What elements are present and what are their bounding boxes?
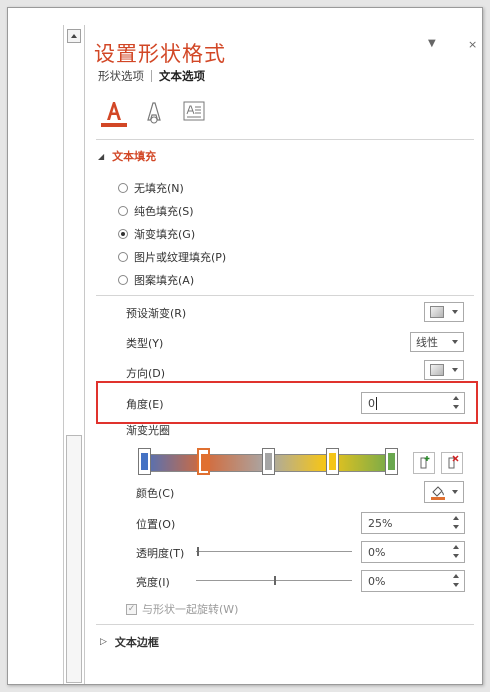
brightness-spinner[interactable]: 0% [361, 570, 465, 592]
remove-gradient-stop-button[interactable] [441, 452, 463, 474]
brightness-value: 0% [368, 574, 386, 588]
gradient-stop-color [329, 453, 336, 470]
position-label: 位置(O) [136, 518, 176, 531]
position-spinner[interactable]: 25% [361, 512, 465, 534]
angle-spinner[interactable]: 0 [361, 392, 465, 414]
angle-label: 角度(E) [126, 398, 164, 411]
close-icon[interactable]: × [468, 38, 477, 51]
gradient-swatch-icon [430, 306, 444, 318]
gradient-stop-4[interactable] [326, 448, 339, 475]
spinner-arrows-icon[interactable] [453, 544, 461, 560]
rotate-with-shape-label: 与形状一起旋转(W) [142, 603, 239, 616]
chevron-down-icon [452, 490, 458, 494]
transparency-spinner[interactable]: 0% [361, 541, 465, 563]
text-border-section-header[interactable]: ▷ 文本边框 [100, 634, 159, 650]
remove-stop-icon [448, 455, 459, 469]
angle-value: 0 [368, 396, 375, 410]
rotate-with-shape-checkbox[interactable]: ✓ 与形状一起旋转(W) [126, 601, 238, 617]
spinner-arrows-icon[interactable] [453, 395, 461, 411]
gradient-stops-label: 渐变光圈 [126, 424, 170, 437]
radio-picture-fill[interactable]: 图片或纹理填充(P) [118, 245, 226, 268]
transparency-slider-thumb[interactable] [197, 547, 199, 556]
text-fill-heading: 文本填充 [112, 150, 157, 163]
section-divider [96, 624, 474, 625]
add-gradient-stop-button[interactable] [413, 452, 435, 474]
tab-text-options[interactable]: 文本选项 [159, 68, 205, 84]
chevron-down-icon [452, 340, 458, 344]
tab-bar: 形状选项 文本选项 [98, 68, 205, 84]
tab-shape-options[interactable]: 形状选项 [98, 68, 144, 84]
scroll-up-button[interactable] [67, 29, 81, 43]
collapse-icon: ◢ [98, 151, 105, 161]
direction-label: 方向(D) [126, 367, 166, 380]
color-label: 颜色(C) [136, 487, 175, 500]
radio-pattern-fill[interactable]: 图案填充(A) [118, 268, 226, 291]
position-value: 25% [368, 516, 393, 530]
radio-circle [118, 274, 128, 285]
transparency-label: 透明度(T) [136, 547, 185, 560]
gradient-stop-2[interactable] [197, 448, 210, 475]
gradient-stop-color [388, 453, 396, 470]
text-fill-section-header[interactable]: ◢ 文本填充 [98, 148, 156, 164]
checkbox-box: ✓ [126, 603, 137, 615]
direction-dropdown[interactable] [424, 360, 464, 380]
text-options-icon-row [101, 98, 207, 128]
gradient-stop-color [140, 453, 148, 470]
radio-circle [118, 251, 128, 262]
preset-gradient-label: 预设渐变(R) [126, 307, 187, 320]
tab-divider [151, 70, 152, 82]
direction-swatch-icon [430, 364, 444, 376]
text-cursor [376, 396, 377, 410]
radio-label: 图案填充(A) [134, 273, 195, 287]
header-divider [96, 139, 474, 140]
type-value: 线性 [416, 336, 438, 349]
radio-gradient-fill[interactable]: 渐变填充(G) [118, 222, 226, 245]
brightness-slider-thumb[interactable] [274, 576, 276, 585]
scroll-thumb[interactable] [66, 435, 82, 683]
gradient-stop-color [264, 453, 272, 470]
paint-bucket-icon [431, 486, 445, 500]
preset-gradient-dropdown[interactable] [424, 302, 464, 322]
vertical-scrollbar[interactable] [63, 25, 85, 684]
brightness-label: 亮度(I) [136, 576, 170, 589]
text-box-icon[interactable] [181, 98, 207, 128]
pane-title: 设置形状格式 [94, 42, 226, 66]
pane-options-icon[interactable]: ▼ [428, 38, 436, 49]
radio-label: 无填充(N) [134, 181, 184, 195]
spinner-arrows-icon[interactable] [453, 573, 461, 589]
format-shape-pane: 设置形状格式 ▼ × 形状选项 文本选项 ◢ 文本填充 无填充(N) 纯色填充(… [7, 7, 483, 685]
gradient-stop-3[interactable] [261, 448, 275, 475]
add-stop-icon [420, 456, 430, 469]
transparency-value: 0% [368, 545, 386, 559]
type-dropdown[interactable]: 线性 [410, 332, 464, 352]
transparency-slider-track[interactable] [196, 551, 352, 552]
radio-no-fill[interactable]: 无填充(N) [118, 176, 226, 199]
text-effects-icon[interactable] [141, 98, 167, 128]
radio-solid-fill[interactable]: 纯色填充(S) [118, 199, 226, 222]
gradient-stop-color [201, 454, 208, 471]
spinner-arrows-icon[interactable] [453, 515, 461, 531]
expand-icon: ▷ [100, 637, 107, 647]
chevron-down-icon [452, 310, 458, 314]
chevron-down-icon [452, 368, 458, 372]
radio-circle [118, 205, 128, 216]
fill-type-group: 无填充(N) 纯色填充(S) 渐变填充(G) 图片或纹理填充(P) 图案填充(A… [118, 176, 226, 291]
color-picker-dropdown[interactable] [424, 481, 464, 503]
gradient-stop-5[interactable] [385, 448, 399, 475]
radio-label: 图片或纹理填充(P) [134, 250, 227, 264]
type-label: 类型(Y) [126, 337, 164, 350]
text-border-heading: 文本边框 [114, 636, 159, 649]
radio-label: 纯色填充(S) [134, 204, 194, 218]
section-divider [96, 295, 474, 296]
radio-circle [118, 182, 128, 193]
text-fill-outline-icon[interactable] [101, 98, 127, 128]
radio-circle [118, 228, 128, 239]
selected-indicator [101, 123, 127, 127]
radio-label: 渐变填充(G) [134, 227, 196, 241]
gradient-stop-1[interactable] [137, 448, 151, 475]
